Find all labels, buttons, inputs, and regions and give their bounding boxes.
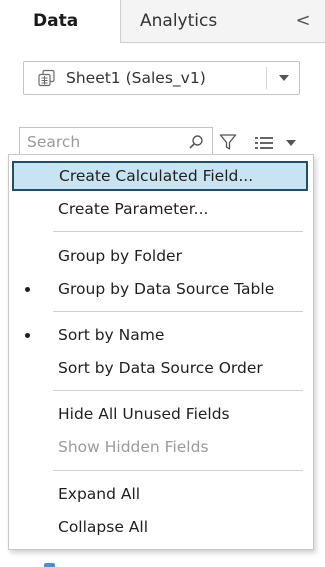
check-bullet-icon <box>25 287 30 292</box>
menu-separator <box>53 231 303 232</box>
view-options-button[interactable] <box>281 131 301 153</box>
menu-item-expand-all[interactable]: Expand All <box>9 479 313 509</box>
collapse-pane-button[interactable]: < <box>291 0 315 42</box>
chevron-down-icon <box>286 140 296 146</box>
search-input[interactable] <box>27 131 177 153</box>
menu-separator <box>53 470 303 471</box>
dropdown-divider <box>266 67 267 89</box>
check-bullet-icon <box>25 333 30 338</box>
filter-icon[interactable] <box>219 133 237 151</box>
menu-item-sort-by-data-source-order[interactable]: Sort by Data Source Order <box>9 353 313 383</box>
field-list-item[interactable] <box>44 556 204 567</box>
menu-item-group-by-folder[interactable]: Group by Folder <box>9 241 313 271</box>
tab-analytics[interactable]: Analytics <box>121 0 291 42</box>
menu-item-show-hidden-fields: Show Hidden Fields <box>58 438 209 456</box>
field-type-icon <box>44 563 55 567</box>
data-pane-menu: Create Calculated Field... Create Parame… <box>8 154 314 550</box>
search-icon[interactable] <box>188 134 204 150</box>
menu-item-collapse-all[interactable]: Collapse All <box>9 512 313 542</box>
pane-tabs: Data Analytics < <box>0 0 325 43</box>
menu-item-label: Sort by Name <box>58 326 165 344</box>
linked-sheet-icon <box>37 69 57 87</box>
menu-separator <box>53 390 303 391</box>
data-source-label: Sheet1 (Sales_v1) <box>66 69 206 87</box>
menu-separator <box>53 311 303 312</box>
chevron-down-icon <box>279 75 289 81</box>
menu-item-create-calculated-field[interactable]: Create Calculated Field... <box>12 161 308 191</box>
data-pane: Data Analytics < Sheet1 (Sales_v1) Searc… <box>0 0 325 567</box>
menu-item-label: Group by Data Source Table <box>58 280 275 298</box>
menu-item-create-parameter[interactable]: Create Parameter... <box>9 194 313 224</box>
menu-item-hide-all-unused-fields[interactable]: Hide All Unused Fields <box>9 399 313 429</box>
menu-item-group-by-data-source-table[interactable]: Group by Data Source Table <box>9 274 313 304</box>
view-list-icon[interactable] <box>254 135 274 151</box>
field-search-box <box>19 127 213 157</box>
data-source-select[interactable]: Sheet1 (Sales_v1) <box>23 61 300 95</box>
menu-item-sort-by-name[interactable]: Sort by Name <box>9 320 313 350</box>
tab-data[interactable]: Data <box>0 0 121 43</box>
